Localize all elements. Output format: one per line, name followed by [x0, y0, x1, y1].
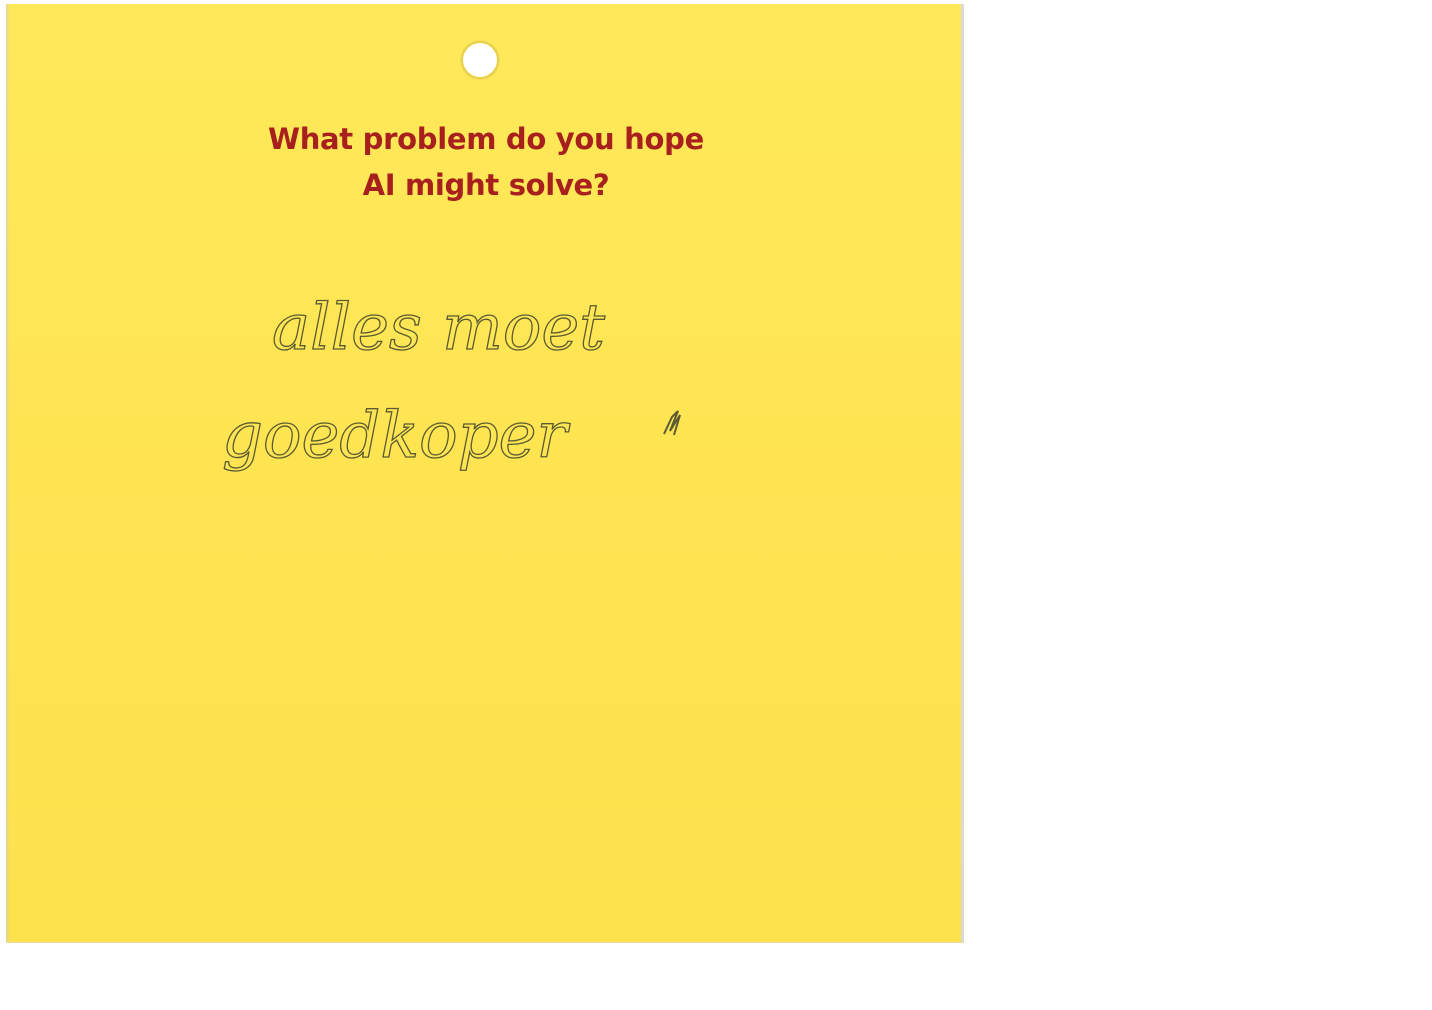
question-card: What problem do you hope AI might solve?…	[6, 4, 964, 942]
card-prompt: What problem do you hope AI might solve?	[206, 116, 766, 208]
prompt-line-1: What problem do you hope	[268, 122, 704, 156]
handwritten-answer-drawing: alles moet goedkoper	[221, 290, 681, 474]
handwritten-answer: alles moet goedkoper	[202, 279, 762, 509]
card-punch-hole	[461, 41, 499, 79]
answer-line-1: alles moet	[272, 291, 605, 365]
answer-line-2: goedkoper	[222, 399, 571, 473]
pen-scribble-mark	[663, 410, 681, 436]
scanned-page: What problem do you hope AI might solve?…	[0, 0, 1432, 1010]
prompt-line-2: AI might solve?	[362, 168, 610, 202]
